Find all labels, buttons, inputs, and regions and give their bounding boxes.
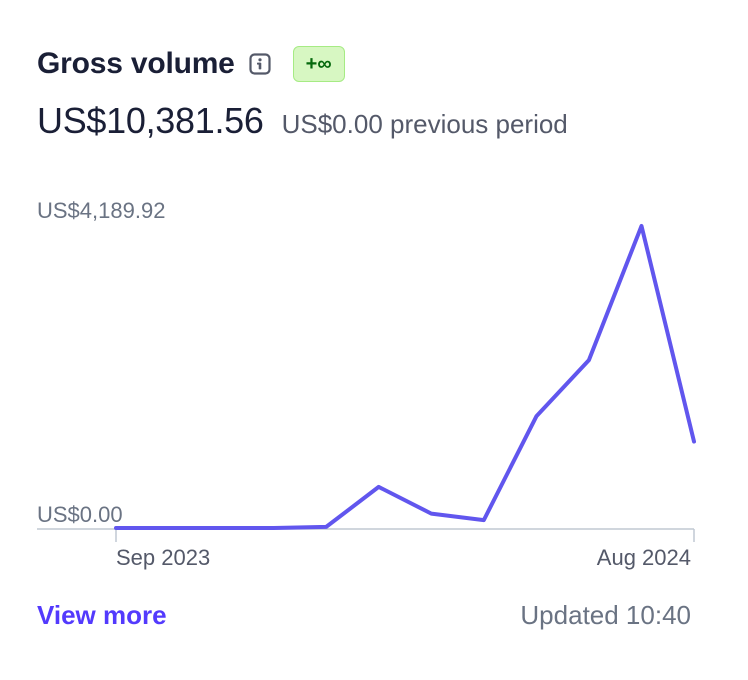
- y-axis-max-label: US$4,189.92: [37, 198, 165, 223]
- change-badge: +∞: [292, 46, 345, 82]
- gross-volume-chart: US$4,189.92 US$0.00 Sep 2023 Aug 2024: [37, 198, 696, 570]
- previous-period-amount: US$0.00 previous period: [281, 109, 568, 139]
- chart-title: Gross volume: [37, 47, 235, 80]
- total-amount: US$10,381.56: [37, 100, 264, 141]
- gross-volume-series-line: [114, 224, 696, 530]
- x-axis-end-label: Aug 2024: [597, 545, 691, 570]
- chart-header: Gross volume +∞: [37, 44, 345, 84]
- amount-summary: US$10,381.56 US$0.00 previous period: [37, 100, 568, 142]
- view-more-link[interactable]: View more: [37, 600, 167, 631]
- info-icon[interactable]: [249, 53, 271, 75]
- updated-timestamp: Updated 10:40: [520, 600, 691, 630]
- x-axis-start-label: Sep 2023: [116, 545, 210, 570]
- y-axis-min-label: US$0.00: [37, 502, 123, 527]
